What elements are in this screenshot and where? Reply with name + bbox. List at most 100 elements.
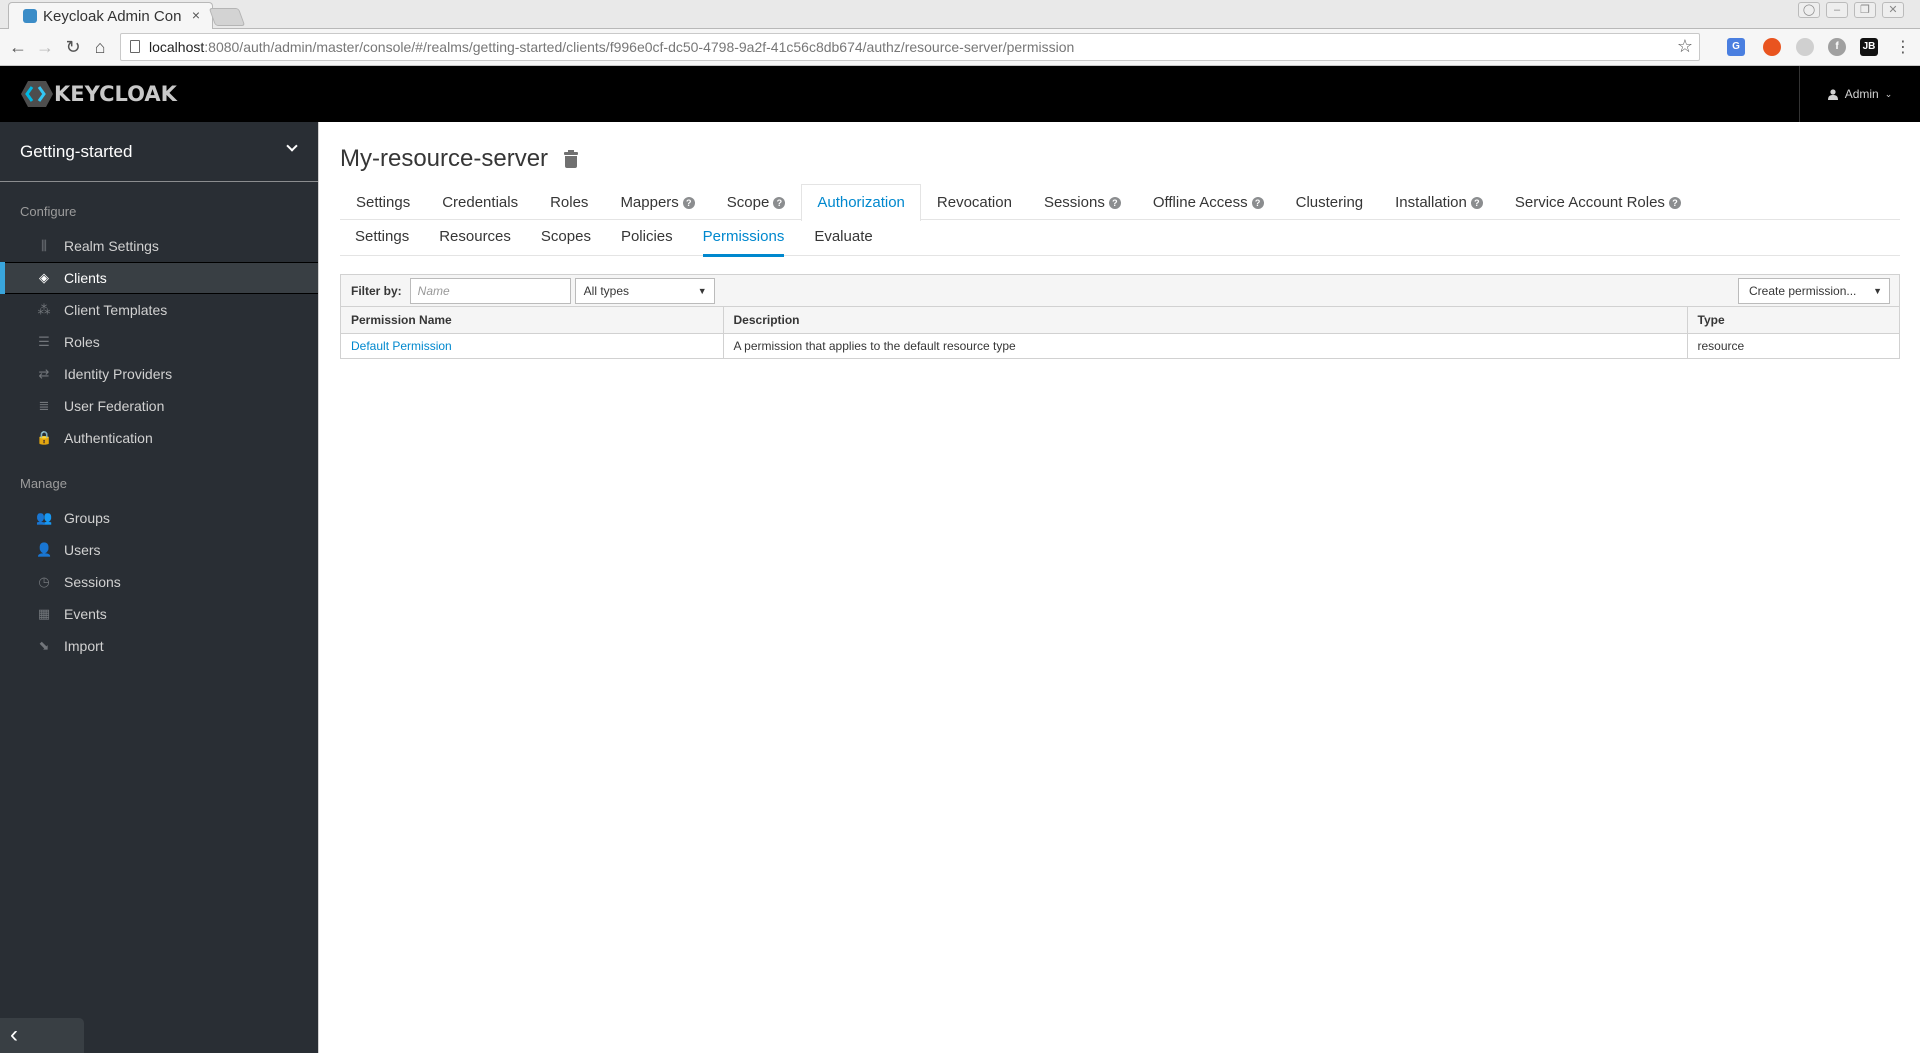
reload-icon[interactable]: ↻ [63, 37, 83, 58]
sidebar-item-roles[interactable]: ☰ Roles [0, 326, 318, 358]
table-toolbar: Filter by: All types ▼ Create permission… [341, 275, 1899, 307]
bookmark-star-icon[interactable]: ☆ [1677, 36, 1693, 57]
tab-mappers[interactable]: Mappers? [604, 184, 710, 220]
tab-label: Mappers [620, 193, 679, 211]
help-icon[interactable]: ? [1470, 196, 1483, 209]
sidebar-item-label: Realm Settings [64, 238, 159, 254]
chrome-menu-icon[interactable]: ⋮ [1893, 37, 1913, 57]
import-icon: ⬊ [38, 638, 50, 653]
keycloak-logo[interactable]: KEYCLOAK [20, 80, 177, 108]
sidebar-item-clients[interactable]: ◈ Clients [0, 262, 318, 294]
manage-section-label: Manage [20, 476, 67, 491]
main-content: My-resource-server Settings Credentials Ro… [340, 122, 1900, 359]
table-header-row: Permission Name Description Type [341, 307, 1899, 334]
spinner-extension-icon[interactable] [1796, 38, 1814, 56]
sidebar-item-label: Sessions [64, 574, 121, 590]
sidebar-item-sessions[interactable]: ◷ Sessions [0, 566, 318, 598]
sidebar-item-authentication[interactable]: 🔒 Authentication [0, 422, 318, 454]
restore-icon[interactable]: ❐ [1854, 2, 1876, 18]
user-menu[interactable]: Admin ⌄ [1799, 66, 1920, 122]
user-icon: 👤 [36, 542, 53, 557]
collapse-sidebar-button[interactable]: ‹ [0, 1018, 84, 1053]
tab-sessions[interactable]: Sessions? [1028, 184, 1137, 220]
table-row: Default Permission A permission that appl… [341, 333, 1899, 358]
realm-name: Getting-started [20, 141, 133, 161]
profile-icon[interactable]: ◯ [1798, 2, 1820, 18]
tab-label: Installation [1395, 193, 1467, 211]
tab-credentials[interactable]: Credentials [426, 184, 534, 220]
google-translate-extension-icon[interactable]: G [1727, 38, 1745, 56]
help-icon[interactable]: ? [1108, 196, 1121, 209]
calendar-icon: ▦ [37, 606, 51, 621]
sidebar-item-events[interactable]: ▦ Events [0, 598, 318, 630]
minimize-icon[interactable]: – [1826, 2, 1848, 18]
forward-icon[interactable]: → [35, 37, 55, 58]
sidebar-item-label: Groups [64, 510, 110, 526]
close-window-icon[interactable]: ✕ [1882, 2, 1904, 18]
sidebar-item-identity-providers[interactable]: ⇄ Identity Providers [0, 358, 318, 390]
sidebar-item-client-templates[interactable]: ⁂ Client Templates [0, 294, 318, 326]
help-icon[interactable]: ? [682, 196, 695, 209]
new-tab-button[interactable] [208, 8, 246, 26]
tab-label: Sessions [1043, 193, 1105, 211]
subtab-evaluate[interactable]: Evaluate [799, 220, 887, 256]
help-icon[interactable]: ? [1668, 196, 1681, 209]
chevron-down-icon [286, 140, 298, 152]
create-permission-dropdown[interactable]: Create permission... ▼ [1738, 278, 1890, 304]
subtab-permissions[interactable]: Permissions [688, 220, 800, 257]
jetbrains-extension-icon[interactable]: JB [1860, 38, 1878, 56]
tab-authorization[interactable]: Authorization [801, 184, 921, 221]
type-filter-select[interactable]: All types ▼ [574, 277, 715, 304]
home-icon[interactable]: ⌂ [90, 37, 110, 58]
tab-scope[interactable]: Scope? [711, 184, 802, 220]
ubuntu-extension-icon[interactable] [1763, 38, 1781, 56]
chevron-left-icon: ‹ [10, 1021, 18, 1048]
sidebar-item-import[interactable]: ⬊ Import [0, 630, 318, 662]
address-bar[interactable]: localhost:8080/auth/admin/master/console… [120, 33, 1700, 61]
browser-tab[interactable]: Keycloak Admin Con × [8, 2, 213, 29]
tab-offline-access[interactable]: Offline Access? [1137, 184, 1280, 220]
tab-label: Scope [726, 193, 770, 211]
back-icon[interactable]: ← [8, 37, 28, 58]
page-icon [130, 40, 140, 53]
subtab-resources[interactable]: Resources [424, 220, 526, 256]
tab-roles[interactable]: Roles [534, 184, 604, 220]
tab-label: Offline Access [1152, 193, 1248, 211]
tab-settings[interactable]: Settings [340, 184, 426, 220]
fedora-extension-icon[interactable]: f [1828, 38, 1846, 56]
user-icon [1827, 88, 1838, 100]
tab-installation[interactable]: Installation? [1379, 184, 1499, 220]
description-cell: A permission that applies to the default… [723, 333, 1688, 358]
close-tab-icon[interactable]: × [192, 7, 200, 23]
browser-toolbar: ← → ↻ ⌂ localhost:8080/auth/admin/master… [0, 29, 1920, 66]
subtab-settings[interactable]: Settings [340, 220, 424, 256]
sidebar-item-groups[interactable]: 👥 Groups [0, 502, 318, 534]
sidebar-item-label: Import [64, 638, 104, 654]
caret-down-icon: ▼ [697, 285, 707, 296]
subtab-scopes[interactable]: Scopes [526, 220, 606, 256]
sliders-icon: ⫼ [41, 238, 47, 253]
column-header-type[interactable]: Type [1687, 307, 1899, 334]
sidebar-item-label: Client Templates [64, 302, 168, 318]
database-icon: ≣ [38, 398, 50, 413]
tab-revocation[interactable]: Revocation [921, 184, 1028, 220]
sidebar-item-user-federation[interactable]: ≣ User Federation [0, 390, 318, 422]
tab-service-account-roles[interactable]: Service Account Roles? [1499, 184, 1697, 220]
help-icon[interactable]: ? [773, 196, 786, 209]
chevron-down-icon: ⌄ [1884, 88, 1893, 99]
trash-icon[interactable] [564, 149, 579, 168]
permission-link[interactable]: Default Permission [351, 339, 452, 353]
subtab-policies[interactable]: Policies [606, 220, 688, 256]
column-header-description[interactable]: Description [723, 307, 1688, 334]
sidebar-item-realm-settings[interactable]: ⫼ Realm Settings [0, 230, 318, 262]
browser-tab-title: Keycloak Admin Con [43, 8, 182, 25]
create-permission-label: Create permission... [1749, 284, 1857, 298]
caret-down-icon: ▼ [1873, 286, 1882, 296]
tab-clustering[interactable]: Clustering [1280, 184, 1380, 220]
name-filter-input[interactable] [409, 277, 571, 304]
column-header-name[interactable]: Permission Name [341, 307, 724, 334]
realm-selector[interactable]: Getting-started [0, 122, 318, 182]
help-icon[interactable]: ? [1251, 196, 1264, 209]
sidebar-item-users[interactable]: 👤 Users [0, 534, 318, 566]
tab-label: Service Account Roles [1514, 193, 1665, 211]
